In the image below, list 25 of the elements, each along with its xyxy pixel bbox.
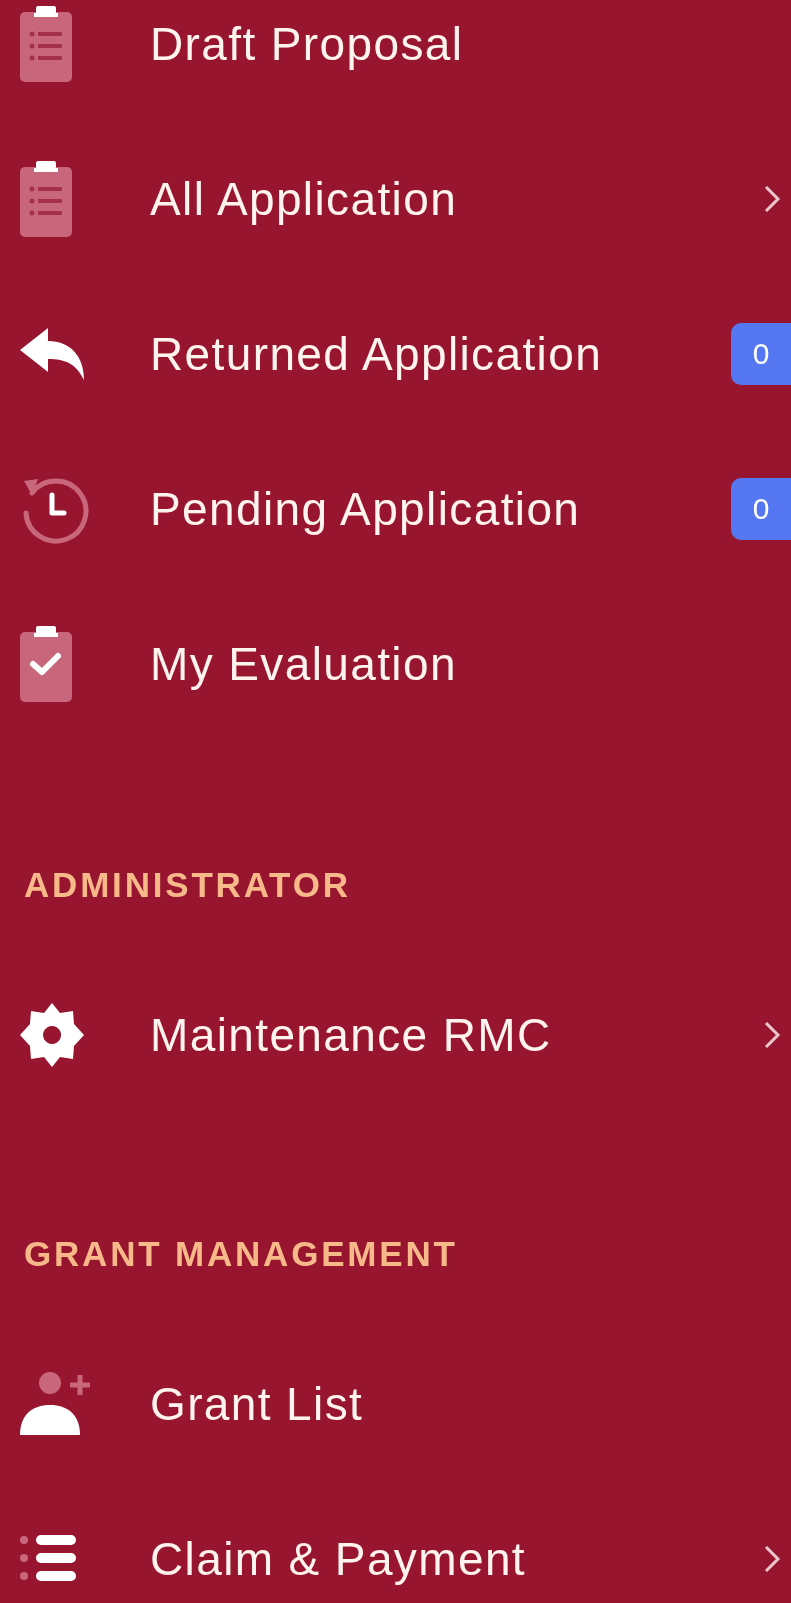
sidebar-item[interactable]: Draft Proposal: [0, 0, 791, 121]
item-label: Pending Application: [150, 481, 582, 536]
sidebar-item[interactable]: Grant List: [0, 1326, 791, 1481]
item-label: Maintenance RMC: [150, 1007, 553, 1062]
item-label: All Application: [150, 171, 459, 226]
item-label: My Evaluation: [150, 636, 458, 691]
sidebar-item[interactable]: Returned Application 0: [0, 276, 791, 431]
clipboard-icon: [18, 3, 74, 84]
section-heading: GRANT MANAGEMENT: [24, 1234, 458, 1273]
clipboard-icon: [18, 158, 74, 239]
sidebar-item[interactable]: All Application: [0, 121, 791, 276]
reply-arrow-icon: [18, 325, 86, 382]
count-badge: 0: [731, 477, 791, 540]
sidebar-item[interactable]: Maintenance RMC: [0, 957, 791, 1112]
clipboard-check-icon: [18, 623, 74, 704]
count-badge: 0: [731, 322, 791, 385]
sidebar-item[interactable]: Pending Application 0: [0, 431, 791, 586]
list-icon: [18, 1533, 78, 1584]
item-label: Claim & Payment: [150, 1531, 528, 1586]
sidebar-item[interactable]: Claim & Payment: [0, 1481, 791, 1603]
item-label: Grant List: [150, 1376, 365, 1431]
item-label: Draft Proposal: [150, 16, 465, 71]
sidebar-item[interactable]: My Evaluation: [0, 586, 791, 741]
section-heading: ADMINISTRATOR: [24, 865, 351, 904]
item-label: Returned Application: [150, 326, 604, 381]
